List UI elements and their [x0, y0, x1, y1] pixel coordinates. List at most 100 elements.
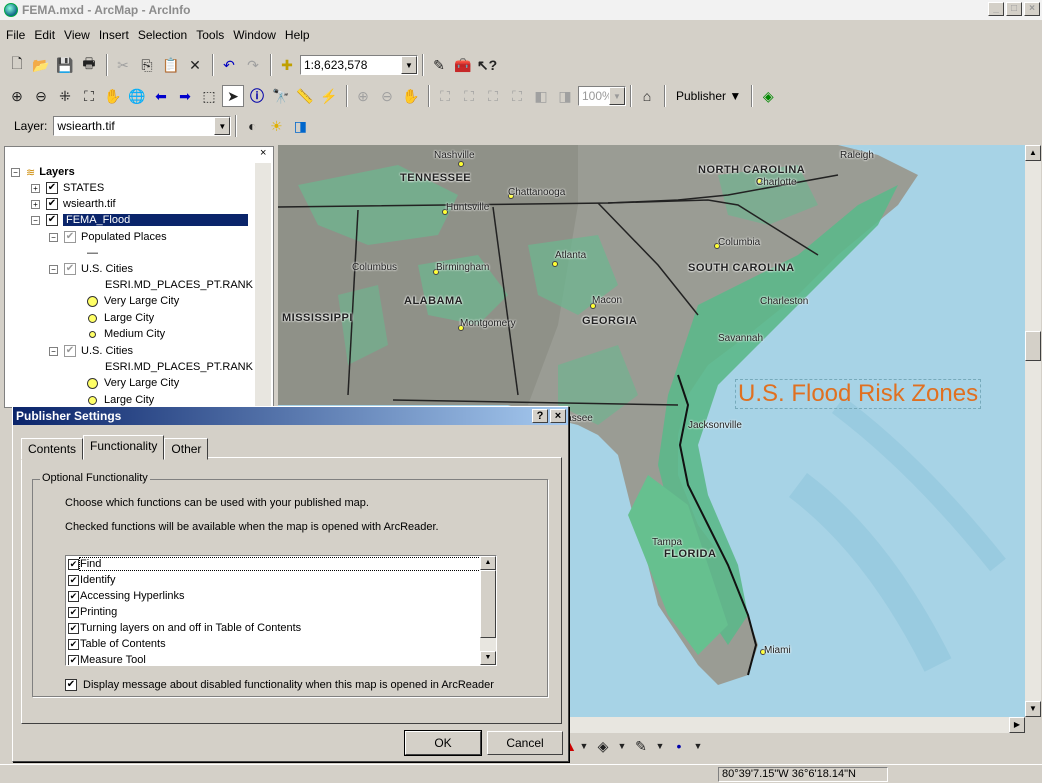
menu-help[interactable]: Help: [285, 28, 310, 42]
print-icon[interactable]: 🖶: [78, 54, 100, 76]
layer-combo[interactable]: wsiearth.tif ▼: [53, 116, 232, 136]
menu-edit[interactable]: Edit: [34, 28, 55, 42]
ok-button[interactable]: OK: [405, 731, 481, 755]
menu-view[interactable]: View: [64, 28, 90, 42]
layer-visibility-checkbox[interactable]: ✔: [64, 263, 76, 275]
save-icon[interactable]: 💾: [54, 54, 76, 76]
forward-arrow-icon[interactable]: ➡: [174, 85, 196, 107]
select-elements-pointer-icon[interactable]: ➤: [222, 85, 244, 107]
zoom-in-icon[interactable]: ⊕: [6, 85, 28, 107]
marker-color-icon[interactable]: •: [668, 735, 690, 757]
map-vertical-scrollbar[interactable]: ▲ ▼: [1025, 145, 1041, 717]
zoom-percent-combo[interactable]: 100% ▼: [578, 86, 626, 106]
contrast-icon[interactable]: ◐: [241, 115, 263, 137]
layer-visibility-checkbox[interactable]: ✔: [46, 214, 58, 226]
new-icon[interactable]: 🗋: [6, 54, 28, 76]
open-icon[interactable]: 📂: [30, 54, 52, 76]
editor-toolbar-icon[interactable]: ✎: [428, 54, 450, 76]
zoom-whole-page-icon[interactable]: ⛶: [434, 85, 456, 107]
chevron-down-icon[interactable]: ▼: [692, 735, 704, 757]
back-extent-layout-icon[interactable]: ◧: [530, 85, 552, 107]
add-data-icon[interactable]: ✚: [276, 54, 298, 76]
back-arrow-icon[interactable]: ⬅: [150, 85, 172, 107]
measure-icon[interactable]: 📏: [294, 85, 316, 107]
function-checkbox[interactable]: ✔: [68, 654, 79, 665]
collapse-icon[interactable]: −: [31, 215, 40, 225]
menu-insert[interactable]: Insert: [99, 28, 129, 42]
function-checkbox[interactable]: ✔: [68, 574, 79, 586]
scroll-up-icon[interactable]: ▲: [480, 556, 496, 570]
layout-zoom-out-icon[interactable]: ⊖: [376, 85, 398, 107]
scroll-thumb[interactable]: [480, 570, 496, 638]
collapse-icon[interactable]: −: [49, 346, 58, 356]
layer-visibility-checkbox[interactable]: ✔: [64, 231, 76, 243]
list-item[interactable]: ✔ Printing: [66, 604, 496, 620]
toc-item[interactable]: Populated Places: [81, 231, 167, 243]
maximize-button[interactable]: □: [1006, 2, 1022, 16]
layer-visibility-checkbox[interactable]: ✔: [46, 182, 58, 194]
publish-map-icon[interactable]: ◈: [757, 85, 779, 107]
list-scrollbar[interactable]: ▲ ▼: [480, 556, 496, 665]
list-item[interactable]: ✔ Turning layers on and off in Table of C…: [66, 620, 496, 636]
paste-icon[interactable]: 📋: [160, 54, 182, 76]
fixed-zoom-in-icon[interactable]: ⁜: [54, 85, 76, 107]
transparency-icon[interactable]: ◨: [289, 115, 311, 137]
chevron-down-icon[interactable]: ▼: [609, 87, 625, 105]
list-item[interactable]: ✔ Identify: [66, 572, 496, 588]
layout-zoom-in-icon[interactable]: ⊕: [352, 85, 374, 107]
toc-item[interactable]: U.S. Cities: [81, 263, 133, 275]
collapse-icon[interactable]: −: [49, 264, 58, 274]
toggle-draft-mode-icon[interactable]: ⌂: [636, 85, 658, 107]
close-button[interactable]: ×: [1024, 2, 1040, 16]
pan-hand-icon[interactable]: ✋: [102, 85, 124, 107]
toc-item[interactable]: STATES: [63, 182, 104, 194]
scroll-down-icon[interactable]: ▼: [480, 651, 496, 665]
line-color-icon[interactable]: ✎: [630, 735, 652, 757]
function-checkbox[interactable]: ✔: [68, 606, 79, 618]
display-message-checkbox[interactable]: ✔: [65, 679, 77, 691]
help-button[interactable]: ?: [532, 409, 548, 423]
brightness-sun-icon[interactable]: ☀: [265, 115, 287, 137]
function-checkbox[interactable]: ✔: [68, 638, 79, 650]
toc-item[interactable]: wsiearth.tif: [63, 198, 116, 210]
undo-icon[interactable]: ↶: [218, 54, 240, 76]
cut-icon[interactable]: ✂: [112, 54, 134, 76]
chevron-down-icon[interactable]: ▼: [578, 735, 590, 757]
menu-file[interactable]: File: [6, 28, 25, 42]
expand-icon[interactable]: +: [31, 183, 40, 193]
chevron-down-icon[interactable]: ▼: [616, 735, 628, 757]
layout-pan-icon[interactable]: ✋: [400, 85, 422, 107]
scroll-up-icon[interactable]: ▲: [1025, 145, 1041, 161]
fixed-zoom-out-icon[interactable]: ⛶: [78, 85, 100, 107]
redo-icon[interactable]: ↷: [242, 54, 264, 76]
publisher-menu-button[interactable]: Publisher ▼: [670, 89, 747, 103]
menu-window[interactable]: Window: [233, 28, 276, 42]
layer-visibility-checkbox[interactable]: ✔: [64, 345, 76, 357]
list-item[interactable]: ✔ Table of Contents: [66, 636, 496, 652]
toc-item-selected[interactable]: FEMA_Flood: [63, 214, 248, 226]
arctoolbox-icon[interactable]: 🧰: [452, 54, 474, 76]
fixed-zoom-layout-icon[interactable]: ⛶: [482, 85, 504, 107]
toc-close-icon[interactable]: ×: [260, 147, 266, 159]
zoom-100-icon[interactable]: ⛶: [458, 85, 480, 107]
cancel-button[interactable]: Cancel: [487, 731, 563, 755]
tab-functionality[interactable]: Functionality: [83, 435, 165, 460]
hyperlink-lightning-icon[interactable]: ⚡: [318, 85, 340, 107]
scroll-thumb[interactable]: [1025, 331, 1041, 361]
scroll-right-icon[interactable]: ▶: [1009, 717, 1025, 733]
fill-color-icon[interactable]: ◈: [592, 735, 614, 757]
zoom-out-icon[interactable]: ⊖: [30, 85, 52, 107]
function-checkbox[interactable]: ✔: [68, 622, 79, 634]
collapse-icon[interactable]: −: [11, 167, 20, 177]
full-extent-globe-icon[interactable]: 🌐: [126, 85, 148, 107]
toc-item[interactable]: U.S. Cities: [81, 345, 133, 357]
fixed-zoom-out-layout-icon[interactable]: ⛶: [506, 85, 528, 107]
toc-scrollbar[interactable]: [255, 163, 271, 407]
scale-combo[interactable]: 1:8,623,578 ▼: [300, 55, 418, 75]
function-checkbox[interactable]: ✔: [68, 590, 79, 602]
list-item[interactable]: ✔ Measure Tool: [66, 652, 496, 665]
function-checkbox[interactable]: ✔: [68, 558, 79, 570]
layer-visibility-checkbox[interactable]: ✔: [46, 198, 58, 210]
whats-this-help-icon[interactable]: ↖?: [476, 54, 498, 76]
tab-other[interactable]: Other: [164, 438, 209, 460]
